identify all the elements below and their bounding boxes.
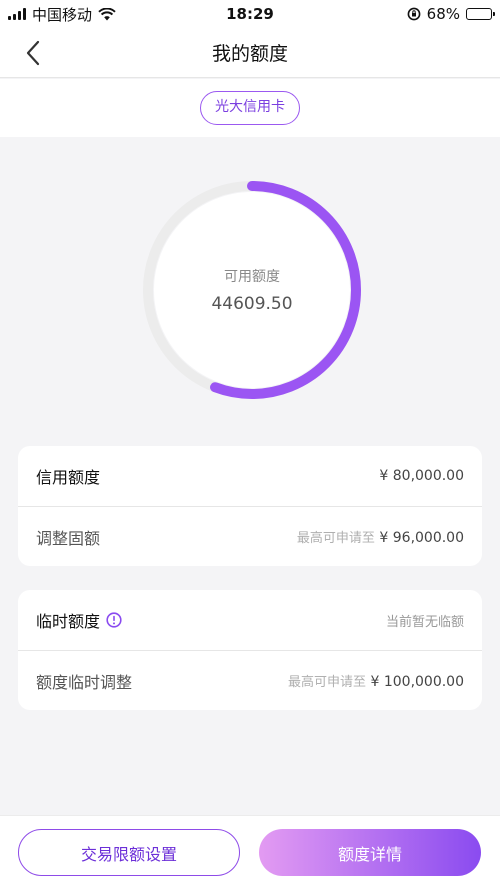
signal-icon bbox=[8, 8, 26, 20]
quota-details-button[interactable]: 额度详情 bbox=[259, 829, 481, 876]
back-button[interactable] bbox=[18, 38, 48, 68]
chevron-left-icon bbox=[26, 40, 40, 66]
temporary-adjust-label: 额度临时调整 bbox=[36, 672, 133, 692]
temporary-limit-status: 当前暂无临额 bbox=[385, 614, 464, 630]
status-bar: 中国移动 18:29 68% bbox=[0, 0, 500, 28]
temporary-adjust-row[interactable]: 额度临时调整 最高可申请至 ¥ 100,000.00 bbox=[18, 650, 482, 710]
status-right: 68% bbox=[322, 5, 495, 23]
temporary-adjust-value: ¥ 100,000.00 bbox=[370, 674, 464, 690]
ring-center: 可用额度 44609.50 bbox=[140, 178, 364, 402]
credit-limit-row: 信用额度 ¥ 80,000.00 bbox=[18, 446, 482, 506]
credit-limit-panel: 信用额度 ¥ 80,000.00 调整固额 最高可申请至 ¥ 96,000.00 bbox=[18, 446, 482, 566]
adjust-fixed-limit-label: 调整固额 bbox=[36, 528, 101, 548]
adjust-fixed-limit-hint: 最高可申请至 bbox=[296, 531, 375, 546]
temporary-limit-row: 临时额度 当前暂无临额 bbox=[18, 590, 482, 650]
credit-limit-value: ¥ 80,000.00 bbox=[379, 468, 464, 484]
card-tab-everbright[interactable]: 光大信用卡 bbox=[200, 91, 300, 125]
transaction-limit-settings-button[interactable]: 交易限额设置 bbox=[18, 829, 240, 876]
battery-icon bbox=[466, 8, 495, 20]
available-quota-ring: 可用额度 44609.50 bbox=[140, 178, 364, 402]
bottom-action-bar: 交易限额设置 额度详情 bbox=[0, 815, 500, 888]
temporary-adjust-info: 最高可申请至 ¥ 100,000.00 bbox=[288, 671, 464, 690]
credit-limit-label: 信用额度 bbox=[36, 468, 101, 487]
temporary-limit-label: 临时额度 bbox=[36, 612, 101, 631]
adjust-fixed-limit-row[interactable]: 调整固额 最高可申请至 ¥ 96,000.00 bbox=[18, 506, 482, 566]
status-left: 中国移动 bbox=[8, 4, 178, 25]
battery-percent: 68% bbox=[426, 5, 460, 23]
temporary-limit-panel: 临时额度 当前暂无临额 额度临时调整 最高可申请至 ¥ 100,000.00 bbox=[18, 590, 482, 710]
temporary-limit-label-group: 临时额度 bbox=[36, 608, 122, 632]
wifi-icon bbox=[98, 7, 116, 20]
orientation-lock-icon bbox=[407, 7, 421, 21]
nav-bar: 我的额度 bbox=[0, 28, 500, 78]
adjust-fixed-limit-value: ¥ 96,000.00 bbox=[379, 530, 464, 546]
card-tab-area: 光大信用卡 bbox=[0, 79, 500, 137]
available-quota-label: 可用额度 bbox=[224, 269, 280, 285]
info-circle-icon[interactable] bbox=[106, 612, 122, 628]
adjust-fixed-limit-info: 最高可申请至 ¥ 96,000.00 bbox=[297, 527, 464, 546]
carrier-name: 中国移动 bbox=[32, 5, 93, 24]
available-quota-value: 44609.50 bbox=[211, 294, 293, 314]
temporary-adjust-hint: 最高可申请至 bbox=[288, 675, 367, 690]
page-title: 我的额度 bbox=[211, 43, 288, 65]
status-time: 18:29 bbox=[226, 5, 274, 23]
